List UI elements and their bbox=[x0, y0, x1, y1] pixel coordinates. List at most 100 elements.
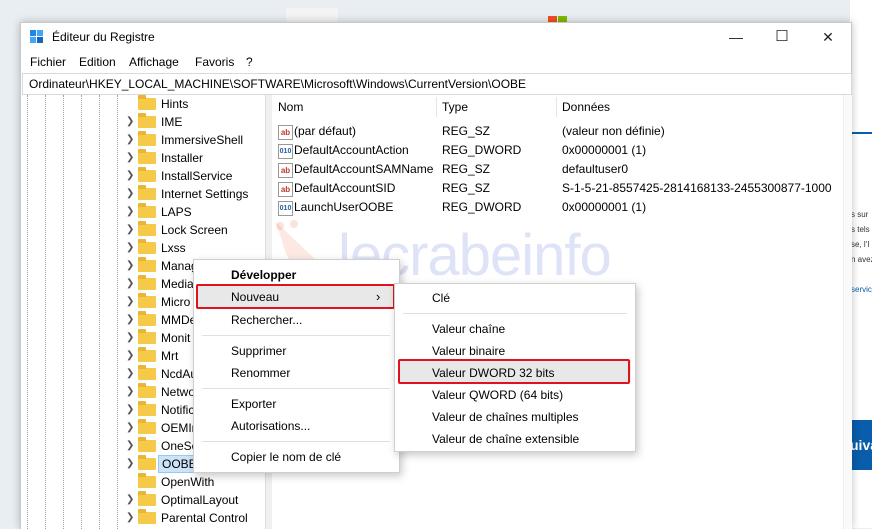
chevron-right-icon[interactable]: ❯ bbox=[126, 296, 134, 307]
folder-icon bbox=[138, 275, 156, 290]
tree-item-label: IME bbox=[161, 115, 183, 129]
background-next-button[interactable]: uiva bbox=[850, 420, 872, 470]
tree-item[interactable]: ❯ InstallService bbox=[123, 167, 263, 185]
menu-item-develop[interactable]: Développer bbox=[231, 268, 296, 282]
chevron-right-icon[interactable]: ❯ bbox=[126, 134, 134, 145]
tree-item-label: ImmersiveShell bbox=[161, 133, 244, 147]
close-button[interactable]: ✕ bbox=[805, 23, 851, 51]
folder-icon bbox=[138, 167, 156, 182]
minimize-button[interactable]: — bbox=[713, 23, 759, 51]
folder-icon bbox=[138, 221, 156, 236]
menu-item-export[interactable]: Exporter bbox=[231, 397, 276, 411]
folder-icon bbox=[138, 149, 156, 164]
tree-item[interactable]: ❯ Installer bbox=[123, 149, 263, 167]
registry-app-icon bbox=[30, 30, 43, 43]
submenu-item-string[interactable]: Valeur chaîne bbox=[432, 322, 505, 336]
submenu-item-multi-string[interactable]: Valeur de chaînes multiples bbox=[432, 410, 579, 424]
background-accent-line bbox=[850, 132, 872, 134]
vertical-scrollbar[interactable] bbox=[843, 95, 852, 529]
tree-item[interactable]: OpenWith bbox=[123, 473, 263, 491]
chevron-right-icon[interactable]: ❯ bbox=[126, 170, 134, 181]
value-data: (valeur non définie) bbox=[562, 124, 665, 138]
menu-favoris[interactable]: Favoris bbox=[195, 55, 234, 69]
chevron-right-icon[interactable]: ❯ bbox=[126, 260, 134, 271]
column-header-data[interactable]: Données bbox=[562, 95, 610, 119]
value-type: REG_DWORD bbox=[442, 143, 522, 157]
background-tab bbox=[286, 8, 338, 22]
background-link[interactable]: servic bbox=[851, 285, 872, 294]
column-header-type[interactable]: Type bbox=[442, 95, 468, 119]
tree-item-label: Netwo bbox=[161, 385, 196, 399]
folder-icon bbox=[138, 437, 156, 452]
tree-item[interactable]: ❯ Lxss bbox=[123, 239, 263, 257]
menu-item-rename[interactable]: Renommer bbox=[231, 366, 290, 380]
chevron-right-icon[interactable]: ❯ bbox=[126, 494, 134, 505]
chevron-right-icon[interactable]: ❯ bbox=[126, 332, 134, 343]
title-bar[interactable]: Éditeur du Registre — ☐ ✕ bbox=[21, 23, 851, 51]
chevron-right-icon[interactable]: ❯ bbox=[126, 512, 134, 523]
value-row[interactable]: ab (par défaut) REG_SZ (valeur non défin… bbox=[272, 122, 842, 141]
chevron-right-icon[interactable]: ❯ bbox=[126, 350, 134, 361]
chevron-right-icon[interactable]: ❯ bbox=[126, 422, 134, 433]
chevron-right-icon[interactable]: ❯ bbox=[126, 278, 134, 289]
value-row[interactable]: ab DefaultAccountSAMName REG_SZ defaultu… bbox=[272, 160, 842, 179]
folder-icon bbox=[138, 203, 156, 218]
tree-item[interactable]: ❯ IME bbox=[123, 113, 263, 131]
chevron-right-icon[interactable]: ❯ bbox=[126, 404, 134, 415]
menu-bar: Fichier Edition Affichage Favoris ? bbox=[21, 52, 851, 72]
chevron-right-icon[interactable]: ❯ bbox=[126, 458, 134, 469]
binary-value-icon: 010 bbox=[278, 144, 293, 159]
tree-item[interactable]: ❯ LAPS bbox=[123, 203, 263, 221]
column-divider[interactable] bbox=[556, 97, 557, 117]
chevron-right-icon[interactable]: ❯ bbox=[126, 242, 134, 253]
menu-item-permissions[interactable]: Autorisations... bbox=[231, 419, 310, 433]
string-value-icon: ab bbox=[278, 163, 293, 178]
address-path: Ordinateur\HKEY_LOCAL_MACHINE\SOFTWARE\M… bbox=[29, 77, 527, 91]
tree-item-label: Installer bbox=[161, 151, 204, 165]
column-divider[interactable] bbox=[436, 97, 437, 117]
highlight-box-new bbox=[196, 284, 395, 309]
address-bar[interactable]: Ordinateur\HKEY_LOCAL_MACHINE\SOFTWARE\M… bbox=[22, 73, 852, 95]
value-row[interactable]: 010 LaunchUserOOBE REG_DWORD 0x00000001 … bbox=[272, 198, 842, 217]
maximize-button[interactable]: ☐ bbox=[759, 23, 805, 51]
chevron-right-icon[interactable]: ❯ bbox=[126, 206, 134, 217]
tree-item[interactable]: ❯ OptimalLayout bbox=[123, 491, 263, 509]
menu-affichage[interactable]: Affichage bbox=[129, 55, 179, 69]
submenu-item-qword[interactable]: Valeur QWORD (64 bits) bbox=[432, 388, 563, 402]
folder-icon bbox=[138, 473, 156, 488]
chevron-right-icon[interactable]: ❯ bbox=[126, 152, 134, 163]
submenu-item-key[interactable]: Clé bbox=[432, 291, 450, 305]
chevron-right-icon[interactable]: ❯ bbox=[126, 368, 134, 379]
menu-item-search[interactable]: Rechercher... bbox=[231, 313, 302, 327]
background-text: s sur bbox=[851, 210, 869, 219]
menu-separator bbox=[403, 313, 627, 314]
chevron-right-icon[interactable]: ❯ bbox=[126, 188, 134, 199]
menu-fichier[interactable]: Fichier bbox=[30, 55, 66, 69]
value-row[interactable]: ab DefaultAccountSID REG_SZ S-1-5-21-855… bbox=[272, 179, 842, 198]
tree-item[interactable]: ❯ Parental Control bbox=[123, 509, 263, 527]
menu-item-delete[interactable]: Supprimer bbox=[231, 344, 286, 358]
tree-guide-line bbox=[63, 95, 64, 529]
folder-icon bbox=[138, 95, 156, 110]
folder-icon bbox=[138, 257, 156, 272]
menu-edition[interactable]: Edition bbox=[79, 55, 116, 69]
tree-item[interactable]: ❯ ImmersiveShell bbox=[123, 131, 263, 149]
submenu-item-binary[interactable]: Valeur binaire bbox=[432, 344, 505, 358]
folder-icon bbox=[138, 311, 156, 326]
menu-item-copy-key-name[interactable]: Copier le nom de clé bbox=[231, 450, 341, 464]
value-row[interactable]: 010 DefaultAccountAction REG_DWORD 0x000… bbox=[272, 141, 842, 160]
tree-item-label: Lock Screen bbox=[161, 223, 228, 237]
submenu-item-expandable-string[interactable]: Valeur de chaîne extensible bbox=[432, 432, 579, 446]
chevron-right-icon[interactable]: ❯ bbox=[126, 440, 134, 451]
menu-help[interactable]: ? bbox=[246, 55, 253, 69]
folder-icon bbox=[138, 185, 156, 200]
chevron-right-icon[interactable]: ❯ bbox=[126, 224, 134, 235]
tree-item[interactable]: ❯ Lock Screen bbox=[123, 221, 263, 239]
column-header-name[interactable]: Nom bbox=[278, 95, 303, 119]
chevron-right-icon[interactable]: ❯ bbox=[126, 314, 134, 325]
tree-item[interactable]: Hints bbox=[123, 95, 263, 113]
chevron-right-icon[interactable]: ❯ bbox=[126, 386, 134, 397]
chevron-right-icon[interactable]: ❯ bbox=[126, 116, 134, 127]
menu-separator bbox=[202, 441, 390, 442]
tree-item[interactable]: ❯ Internet Settings bbox=[123, 185, 263, 203]
